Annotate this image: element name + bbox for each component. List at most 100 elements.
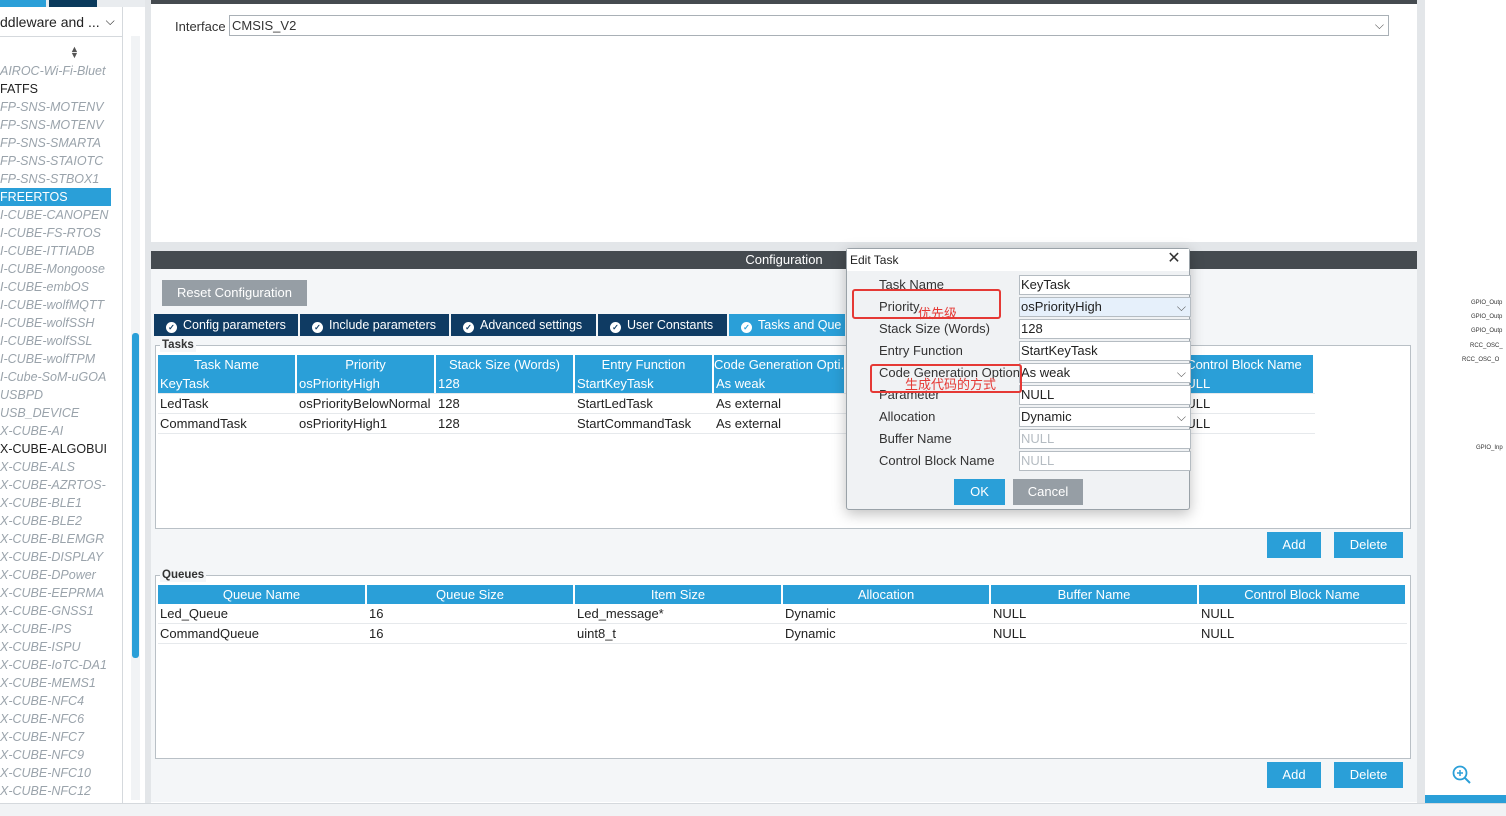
- middleware-item[interactable]: X-CUBE-ALS: [0, 458, 123, 476]
- column-header[interactable]: Queue Size: [367, 585, 573, 604]
- middleware-item[interactable]: I-CUBE-wolfTPM: [0, 350, 123, 368]
- dialog-input-buffer-name[interactable]: NULL: [1019, 429, 1191, 449]
- zoom-in-icon[interactable]: [1451, 764, 1473, 786]
- tab-tasks-and-que[interactable]: ✓ Tasks and Que: [729, 314, 845, 336]
- close-icon[interactable]: ✕: [1165, 250, 1183, 268]
- middleware-item[interactable]: X-CUBE-NFC10: [0, 764, 123, 782]
- dialog-input-control-block-name[interactable]: NULL: [1019, 451, 1191, 471]
- column-header[interactable]: Entry Function: [575, 355, 712, 374]
- tab-include-parameters[interactable]: ✓ Include parameters: [300, 314, 449, 336]
- middleware-item[interactable]: X-CUBE-MEMS1: [0, 674, 123, 692]
- middleware-item[interactable]: FP-SNS-MOTENV: [0, 116, 123, 134]
- column-header[interactable]: Buffer Name: [991, 585, 1197, 604]
- middleware-item[interactable]: X-CUBE-BLE2: [0, 512, 123, 530]
- sort-icon[interactable]: ▲ ▼: [70, 45, 79, 60]
- dialog-select-allocation[interactable]: Dynamic ⌵: [1019, 407, 1191, 427]
- mode-config-splitter[interactable]: [151, 242, 1417, 251]
- middleware-item[interactable]: I-CUBE-CANOPEN: [0, 206, 123, 224]
- middleware-item[interactable]: X-CUBE-IPS: [0, 620, 123, 638]
- middleware-item[interactable]: I-CUBE-wolfSSH: [0, 314, 123, 332]
- pinout-view: [1425, 0, 1506, 803]
- column-header[interactable]: Stack Size (Words): [436, 355, 573, 374]
- table-row[interactable]: CommandQueue 16 uint8_t Dynamic NULL NULL: [158, 624, 1407, 644]
- middleware-item[interactable]: X-CUBE-ALGOBUI: [0, 440, 123, 458]
- tab-label: User Constants: [627, 318, 714, 332]
- delete-task-button[interactable]: Delete: [1334, 532, 1403, 558]
- dialog-field-value: NULL: [1021, 453, 1055, 468]
- chevron-down-icon: ⌵: [105, 14, 115, 28]
- middleware-item[interactable]: I-CUBE-wolfSSL: [0, 332, 123, 350]
- delete-queue-button[interactable]: Delete: [1334, 762, 1403, 788]
- configuration-header: Configuration: [151, 251, 1417, 269]
- tab-config-parameters[interactable]: ✓ Config parameters: [154, 314, 298, 336]
- middleware-item[interactable]: I-CUBE-Mongoose: [0, 260, 123, 278]
- middleware-item[interactable]: FP-SNS-STBOX1: [0, 170, 123, 188]
- table-cell: 16: [369, 626, 384, 641]
- middleware-item[interactable]: X-CUBE-NFC4: [0, 692, 123, 710]
- middleware-item[interactable]: USBPD: [0, 386, 123, 404]
- right-splitter[interactable]: [1417, 0, 1425, 803]
- pin-label: GPIO_Inp: [1476, 445, 1503, 451]
- middleware-item[interactable]: X-CUBE-NFC7: [0, 728, 123, 746]
- a-z-tab[interactable]: [49, 0, 97, 7]
- reset-configuration-button[interactable]: Reset Configuration: [162, 280, 307, 306]
- mode-header-bar: [151, 0, 1417, 4]
- middleware-item[interactable]: X-CUBE-DISPLAY: [0, 548, 123, 566]
- dialog-input-parameter[interactable]: NULL: [1019, 385, 1191, 405]
- interface-select[interactable]: CMSIS_V2 ⌵: [229, 15, 1389, 36]
- column-header[interactable]: Code Generation Opti...: [714, 355, 844, 374]
- middleware-item[interactable]: X-CUBE-BLE1: [0, 494, 123, 512]
- column-header[interactable]: Allocation: [783, 585, 989, 604]
- dialog-select-priority[interactable]: osPriorityHigh ⌵: [1019, 297, 1191, 317]
- check-circle-icon: ✓: [610, 322, 621, 333]
- middleware-item[interactable]: X-CUBE-NFC12: [0, 782, 123, 800]
- middleware-item[interactable]: FREERTOS: [0, 188, 111, 206]
- tab-user-constants[interactable]: ✓ User Constants: [598, 314, 727, 336]
- dialog-input-stack-size-words[interactable]: 128: [1019, 319, 1191, 339]
- ok-button[interactable]: OK: [954, 479, 1005, 505]
- column-header[interactable]: Control Block Name: [1199, 585, 1405, 604]
- middleware-item[interactable]: X-CUBE-NFC9: [0, 746, 123, 764]
- middleware-item[interactable]: I-CUBE-ITTIADB: [0, 242, 123, 260]
- categories-tab[interactable]: [0, 0, 46, 7]
- column-header[interactable]: Task Name: [158, 355, 295, 374]
- middleware-item[interactable]: I-CUBE-FS-RTOS: [0, 224, 123, 242]
- middleware-item[interactable]: X-CUBE-DPower: [0, 566, 123, 584]
- middleware-item[interactable]: FP-SNS-SMARTA: [0, 134, 123, 152]
- dialog-input-task-name[interactable]: KeyTask: [1019, 275, 1191, 295]
- middleware-item[interactable]: I-CUBE-wolfMQTT: [0, 296, 123, 314]
- column-header[interactable]: Item Size: [575, 585, 781, 604]
- dialog-titlebar[interactable]: Edit Task ✕: [847, 249, 1189, 271]
- middleware-item[interactable]: X-CUBE-GNSS1: [0, 602, 123, 620]
- middleware-item[interactable]: X-CUBE-NFC6: [0, 710, 123, 728]
- middleware-item[interactable]: X-CUBE-AZRTOS-: [0, 476, 123, 494]
- table-header: Queue Name Queue Size Item Size Allocation B…: [158, 585, 1407, 604]
- table-row[interactable]: Led_Queue 16 Led_message* Dynamic NULL NULL: [158, 604, 1407, 624]
- middleware-item[interactable]: USB_DEVICE: [0, 404, 123, 422]
- middleware-item[interactable]: I-CUBE-embOS: [0, 278, 123, 296]
- dialog-select-code-generation-option[interactable]: As weak ⌵: [1019, 363, 1191, 383]
- dialog-input-entry-function[interactable]: StartKeyTask: [1019, 341, 1191, 361]
- sidebar-category-header[interactable]: ddleware and ... ⌵: [0, 7, 123, 37]
- middleware-item[interactable]: FP-SNS-STAIOTC: [0, 152, 123, 170]
- table-cell: NULL: [1177, 396, 1211, 411]
- add-task-button[interactable]: Add: [1267, 532, 1321, 558]
- middleware-item[interactable]: X-CUBE-ISPU: [0, 638, 123, 656]
- add-queue-button[interactable]: Add: [1267, 762, 1321, 788]
- tab-advanced-settings[interactable]: ✓ Advanced settings: [451, 314, 596, 336]
- middleware-item[interactable]: I-Cube-SoM-uGOA: [0, 368, 123, 386]
- column-header[interactable]: Control Block Name: [1175, 355, 1313, 374]
- middleware-item[interactable]: X-CUBE-BLEMGR: [0, 530, 123, 548]
- middleware-item[interactable]: X-CUBE-AI: [0, 422, 123, 440]
- check-circle-icon: ✓: [463, 322, 474, 333]
- table-cell: NULL: [993, 626, 1027, 641]
- middleware-item[interactable]: X-CUBE-EEPRMA: [0, 584, 123, 602]
- middleware-item[interactable]: FP-SNS-MOTENV: [0, 98, 123, 116]
- column-header[interactable]: Queue Name: [158, 585, 365, 604]
- cancel-button[interactable]: Cancel: [1013, 479, 1083, 505]
- column-header[interactable]: Priority: [297, 355, 434, 374]
- middleware-item[interactable]: X-CUBE-IoTC-DA1: [0, 656, 123, 674]
- middleware-item[interactable]: AIROC-Wi-Fi-Bluet: [0, 62, 123, 80]
- sidebar-scrollbar-thumb[interactable]: [132, 333, 139, 658]
- middleware-item[interactable]: FATFS: [0, 80, 123, 98]
